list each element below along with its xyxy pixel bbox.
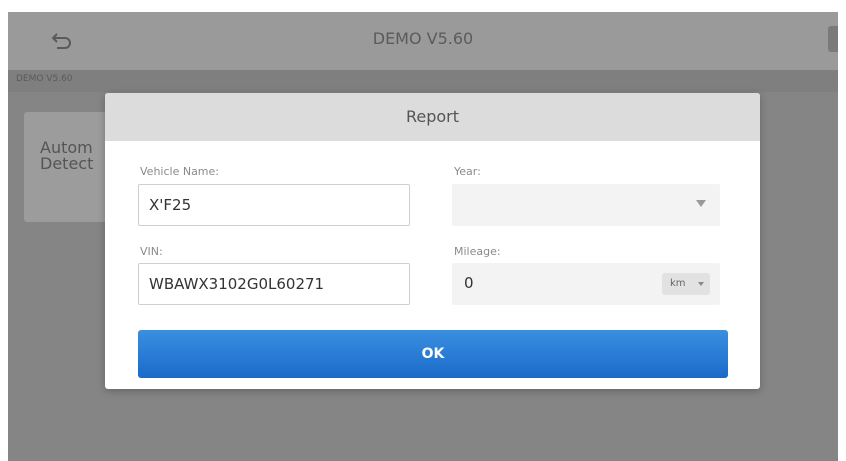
top-bar: DEMO V5.60 [8, 12, 838, 70]
mileage-unit-select[interactable]: km [662, 273, 710, 295]
mileage-label: Mileage: [454, 245, 501, 258]
side-tab-icon[interactable] [828, 26, 838, 52]
app-title: DEMO V5.60 [372, 29, 474, 48]
chevron-down-icon [696, 200, 706, 207]
vin-label: VIN: [140, 245, 163, 258]
mileage-value: 0 [464, 274, 474, 292]
report-dialog: Report Vehicle Name: X'F25 Year: VIN: WB… [105, 93, 760, 389]
app-screen: DEMO V5.60 DEMO V5.60 Autom Detect Repor… [8, 12, 838, 461]
vin-field[interactable]: WBAWX3102G0L60271 [138, 263, 410, 305]
year-label: Year: [454, 165, 481, 178]
year-select[interactable] [452, 184, 720, 226]
breadcrumb-bar: DEMO V5.60 [8, 70, 838, 92]
dialog-title: Report [405, 107, 460, 126]
dialog-header: Report [105, 93, 760, 141]
mileage-unit-label: km [670, 278, 686, 289]
mileage-field[interactable]: 0 km [452, 263, 720, 305]
breadcrumb: DEMO V5.60 [16, 74, 73, 84]
chevron-down-icon [698, 282, 704, 286]
ok-button[interactable]: OK [138, 330, 728, 378]
vehicle-name-label: Vehicle Name: [140, 165, 219, 178]
vehicle-name-field[interactable]: X'F25 [138, 184, 410, 226]
